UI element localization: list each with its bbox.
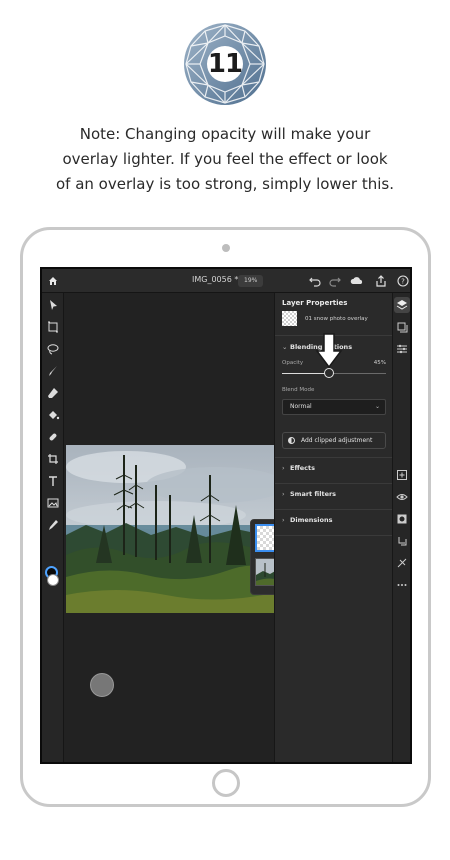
layers-icon[interactable] — [396, 299, 408, 311]
image-icon[interactable] — [46, 496, 60, 510]
add-layer-icon[interactable] — [396, 469, 408, 481]
dimensions-section-header[interactable]: › Dimensions — [282, 516, 333, 524]
lasso-icon[interactable] — [46, 342, 60, 356]
type-icon[interactable] — [46, 474, 60, 488]
step-badge: 11 — [183, 22, 267, 106]
chevron-right-icon: › — [282, 464, 285, 472]
blend-mode-select[interactable]: Normal ⌄ — [282, 399, 386, 415]
add-clipped-adjustment-button[interactable]: Add clipped adjustment — [282, 432, 386, 449]
crop-icon[interactable] — [46, 452, 60, 466]
chevron-right-icon: › — [282, 490, 285, 498]
layer-name: 01 snow photo overlay — [305, 316, 368, 322]
share-icon[interactable] — [374, 274, 388, 288]
tablet-home-button[interactable] — [212, 769, 240, 797]
opacity-slider-fill — [282, 373, 329, 374]
home-icon[interactable] — [48, 276, 58, 286]
visibility-icon[interactable] — [396, 491, 408, 503]
zoom-level[interactable]: 19% — [238, 275, 264, 287]
select-icon[interactable] — [46, 298, 60, 312]
left-toolbar — [42, 293, 64, 762]
adjustments-icon[interactable] — [396, 343, 408, 355]
app-screen: IMG_0056 * 19% ? Layer Properties 01 sno… — [40, 267, 412, 764]
undo-icon[interactable] — [308, 274, 322, 288]
effects-section-header[interactable]: › Effects — [282, 464, 315, 472]
down-arrow-icon — [315, 333, 343, 369]
divider — [275, 483, 393, 484]
background-color-swatch[interactable] — [47, 574, 59, 586]
brush-icon[interactable] — [46, 364, 60, 378]
more-icon[interactable] — [396, 579, 408, 591]
forest-photo — [66, 445, 274, 613]
chevron-down-icon: ⌄ — [374, 403, 380, 410]
svg-text:?: ? — [401, 278, 405, 286]
opacity-slider-knob[interactable] — [323, 368, 334, 378]
divider — [275, 535, 393, 536]
divider — [275, 509, 393, 510]
right-rail — [392, 293, 410, 762]
mask-icon[interactable] — [396, 513, 408, 525]
redo-icon[interactable] — [328, 274, 342, 288]
chevron-right-icon: › — [282, 516, 285, 524]
cloud-icon[interactable] — [350, 274, 364, 288]
help-icon[interactable]: ? — [396, 274, 410, 288]
opacity-label: Opacity — [282, 360, 304, 366]
clip-icon[interactable] — [396, 535, 408, 547]
tablet-camera — [222, 244, 230, 252]
layer-thumbnail — [282, 311, 297, 326]
touch-shortcut-button[interactable] — [90, 673, 114, 697]
paint-bucket-icon[interactable] — [46, 408, 60, 422]
fx-icon[interactable] — [396, 557, 408, 569]
transform-icon[interactable] — [46, 320, 60, 334]
step-number: 11 — [207, 49, 243, 79]
healing-icon[interactable] — [46, 430, 60, 444]
blend-mode-label: Blend Mode — [282, 387, 315, 393]
divider — [275, 457, 393, 458]
smart-filters-section-header[interactable]: › Smart filters — [282, 490, 336, 498]
opacity-value: 45% — [373, 360, 386, 366]
chevron-down-icon: ⌄ — [282, 343, 288, 351]
eyedropper-icon[interactable] — [46, 518, 60, 532]
adjustment-icon — [288, 437, 295, 444]
layer-properties-icon[interactable] — [396, 321, 408, 333]
blend-mode-value: Normal — [290, 403, 312, 410]
canvas-area[interactable] — [64, 293, 286, 762]
add-clipped-adjustment-label: Add clipped adjustment — [301, 437, 373, 444]
instruction-note: Note: Changing opacity will make your ov… — [55, 125, 395, 193]
document-title[interactable]: IMG_0056 * — [192, 275, 238, 284]
eraser-icon[interactable] — [46, 386, 60, 400]
top-bar: IMG_0056 * 19% ? — [42, 269, 410, 293]
panel-title: Layer Properties — [282, 299, 348, 307]
